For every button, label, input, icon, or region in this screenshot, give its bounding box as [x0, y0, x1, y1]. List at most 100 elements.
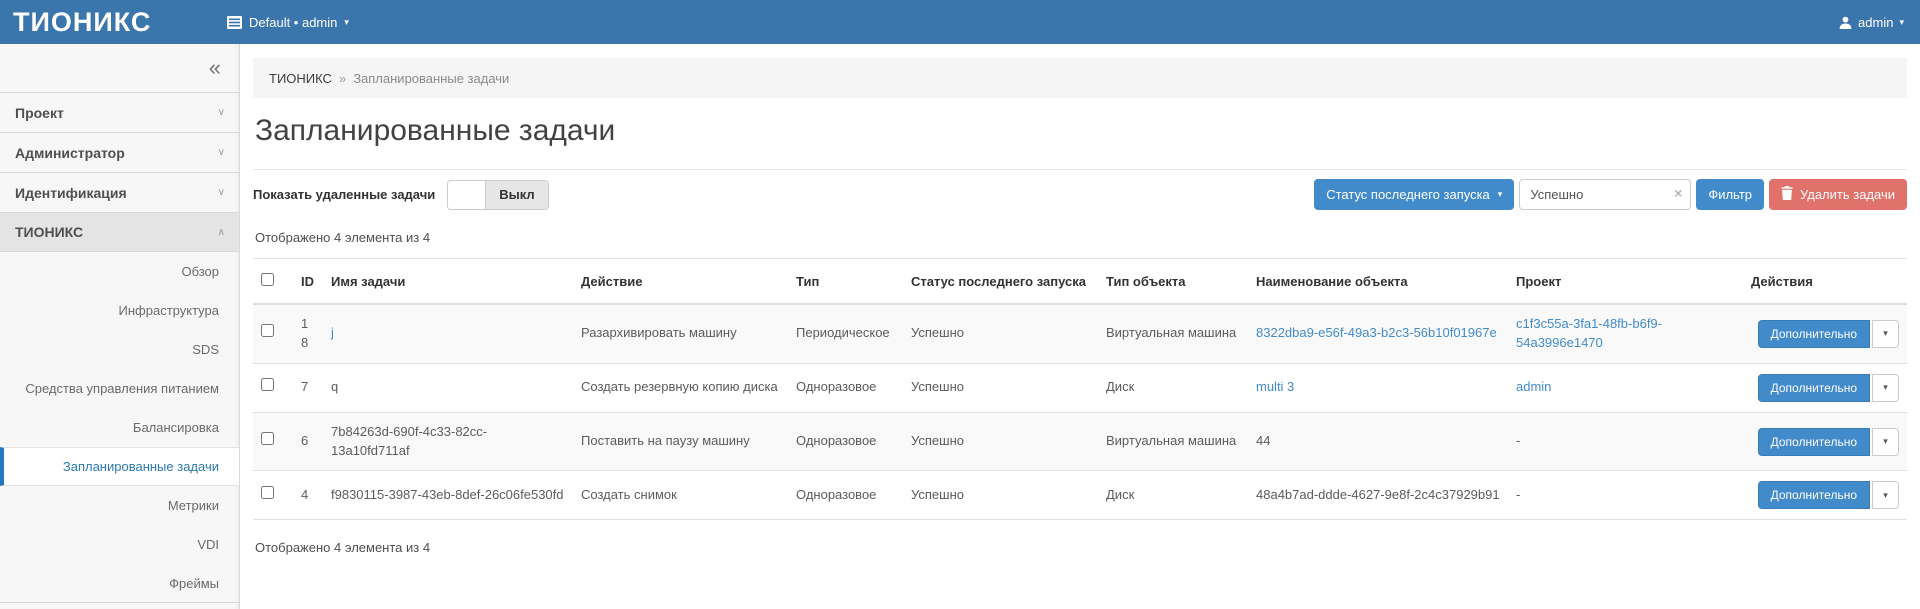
- table-row: 4 f9830115-3987-43eb-8def-26c06fe530fd С…: [253, 471, 1907, 520]
- chevron-up-icon: ∧: [218, 227, 225, 238]
- items-shown-bottom: Отображено 4 элемента из 4: [255, 540, 1907, 555]
- task-id: 7: [301, 378, 315, 397]
- task-id: 18: [301, 315, 315, 353]
- title-divider: [253, 169, 1907, 170]
- caret-down-icon: ▾: [1883, 490, 1888, 500]
- col-type: Тип: [788, 259, 903, 305]
- sidebar-item-balancing[interactable]: Балансировка: [0, 408, 239, 447]
- show-deleted-toggle-label: Показать удаленные задачи: [253, 187, 435, 202]
- task-name: f9830115-3987-43eb-8def-26c06fe530fd: [323, 471, 573, 520]
- user-menu[interactable]: admin ▾: [1839, 0, 1904, 44]
- scheduled-tasks-table: ID Имя задачи Действие Тип Статус послед…: [253, 258, 1907, 520]
- filter-search-input[interactable]: [1519, 179, 1691, 210]
- sidebar-collapse-icon[interactable]: «: [209, 57, 221, 79]
- sidebar-item-sds[interactable]: SDS: [0, 330, 239, 369]
- sidebar-section-tionix[interactable]: ТИОНИКС ∧: [0, 212, 239, 252]
- trash-icon: [1781, 186, 1793, 203]
- breadcrumb: ТИОНИКС » Запланированные задачи: [253, 58, 1907, 98]
- task-id: 6: [301, 432, 315, 451]
- top-bar: ТИОНИКС Default • admin ▾ admin ▾: [0, 0, 1920, 44]
- chevron-down-icon: ∨: [218, 187, 225, 198]
- domain-project-switcher[interactable]: Default • admin ▾: [227, 15, 349, 30]
- task-name-link[interactable]: j: [331, 325, 334, 340]
- task-type: Одноразовое: [788, 471, 903, 520]
- sidebar-collapse-row: «: [0, 44, 239, 92]
- task-name: 7b84263d-690f-4c33-82cc-13a10fd711af: [323, 412, 573, 471]
- task-name: q: [323, 363, 573, 412]
- more-actions-button[interactable]: Дополнительно: [1758, 428, 1870, 456]
- task-action: Поставить на паузу машину: [573, 412, 788, 471]
- sidebar-section-project[interactable]: Проект ∨: [0, 92, 239, 132]
- col-action: Действие: [573, 259, 788, 305]
- row-checkbox[interactable]: [261, 378, 274, 391]
- task-status: Успешно: [903, 471, 1098, 520]
- object-type: Диск: [1098, 471, 1248, 520]
- object-type: Диск: [1098, 363, 1248, 412]
- items-shown-top: Отображено 4 элемента из 4: [255, 230, 1907, 245]
- status-filter-dropdown[interactable]: Статус последнего запуска ▾: [1314, 179, 1514, 210]
- caret-down-icon: ▾: [1883, 436, 1888, 446]
- app-logo[interactable]: ТИОНИКС: [0, 7, 227, 38]
- show-deleted-toggle[interactable]: Выкл: [447, 180, 548, 210]
- sidebar-item-scheduled-tasks[interactable]: Запланированные задачи: [0, 447, 239, 486]
- sidebar-item-overview[interactable]: Обзор: [0, 252, 239, 291]
- sidebar-item-vdi[interactable]: VDI: [0, 525, 239, 564]
- task-action: Разархивировать машину: [573, 304, 788, 363]
- object-name-link[interactable]: multi 3: [1256, 379, 1294, 394]
- task-action: Создать резервную копию диска: [573, 363, 788, 412]
- project-link[interactable]: admin: [1516, 379, 1551, 394]
- caret-down-icon: ▾: [1498, 190, 1503, 199]
- object-name: 48a4b7ad-ddde-4627-9e8f-2c4c37929b91: [1248, 471, 1508, 520]
- col-actions: Действия: [1743, 259, 1907, 305]
- toggle-knob: [448, 181, 486, 209]
- col-object-name: Наименование объекта: [1248, 259, 1508, 305]
- row-checkbox[interactable]: [261, 324, 274, 337]
- task-status: Успешно: [903, 363, 1098, 412]
- sidebar-item-frames[interactable]: Фреймы: [0, 564, 239, 603]
- row-checkbox[interactable]: [261, 486, 274, 499]
- object-name: 44: [1248, 412, 1508, 471]
- actions-caret-button[interactable]: ▾: [1872, 374, 1899, 402]
- chevron-down-icon: ∨: [218, 107, 225, 118]
- breadcrumb-separator-icon: »: [339, 71, 346, 86]
- main-content: ТИОНИКС » Запланированные задачи Заплани…: [241, 44, 1920, 609]
- filter-button[interactable]: Фильтр: [1696, 179, 1764, 210]
- row-checkbox[interactable]: [261, 432, 274, 445]
- breadcrumb-root[interactable]: ТИОНИКС: [269, 71, 332, 86]
- sidebar-section-identity[interactable]: Идентификация ∨: [0, 172, 239, 212]
- task-id: 4: [301, 486, 315, 505]
- table-row: 7 q Создать резервную копию диска Однора…: [253, 363, 1907, 412]
- col-project: Проект: [1508, 259, 1743, 305]
- col-last-run-status: Статус последнего запуска: [903, 259, 1098, 305]
- sidebar: « Проект ∨ Администратор ∨ Идентификация…: [0, 44, 240, 609]
- sidebar-item-metrics[interactable]: Метрики: [0, 486, 239, 525]
- actions-caret-button[interactable]: ▾: [1872, 481, 1899, 509]
- sidebar-item-power-management[interactable]: Средства управления питанием: [0, 369, 239, 408]
- task-type: Периодическое: [788, 304, 903, 363]
- filter-search: ×: [1519, 179, 1691, 210]
- actions-caret-button[interactable]: ▾: [1872, 320, 1899, 348]
- project: -: [1508, 412, 1743, 471]
- object-name-link[interactable]: 8322dba9-e56f-49a3-b2c3-56b10f01967e: [1256, 325, 1497, 340]
- project-link[interactable]: c1f3c55a-3fa1-48fb-b6f9-54a3996e1470: [1516, 316, 1662, 350]
- page-title: Запланированные задачи: [255, 114, 1907, 148]
- actions-caret-button[interactable]: ▾: [1872, 428, 1899, 456]
- col-object-type: Тип объекта: [1098, 259, 1248, 305]
- sidebar-section-admin[interactable]: Администратор ∨: [0, 132, 239, 172]
- toggle-state-label: Выкл: [486, 181, 547, 209]
- delete-tasks-button[interactable]: Удалить задачи: [1769, 179, 1907, 210]
- more-actions-button[interactable]: Дополнительно: [1758, 481, 1870, 509]
- panel-icon: [227, 16, 242, 29]
- select-all-checkbox[interactable]: [261, 273, 274, 286]
- more-actions-button[interactable]: Дополнительно: [1758, 374, 1870, 402]
- task-status: Успешно: [903, 412, 1098, 471]
- sidebar-submenu: Обзор Инфраструктура SDS Средства управл…: [0, 252, 239, 603]
- clear-icon[interactable]: ×: [1674, 186, 1682, 200]
- user-icon: [1839, 16, 1852, 29]
- sidebar-item-infrastructure[interactable]: Инфраструктура: [0, 291, 239, 330]
- user-name: admin: [1858, 15, 1893, 30]
- caret-down-icon: ▾: [1899, 18, 1904, 27]
- task-type: Одноразовое: [788, 412, 903, 471]
- toolbar: Показать удаленные задачи Выкл Статус по…: [253, 179, 1907, 210]
- more-actions-button[interactable]: Дополнительно: [1758, 320, 1870, 348]
